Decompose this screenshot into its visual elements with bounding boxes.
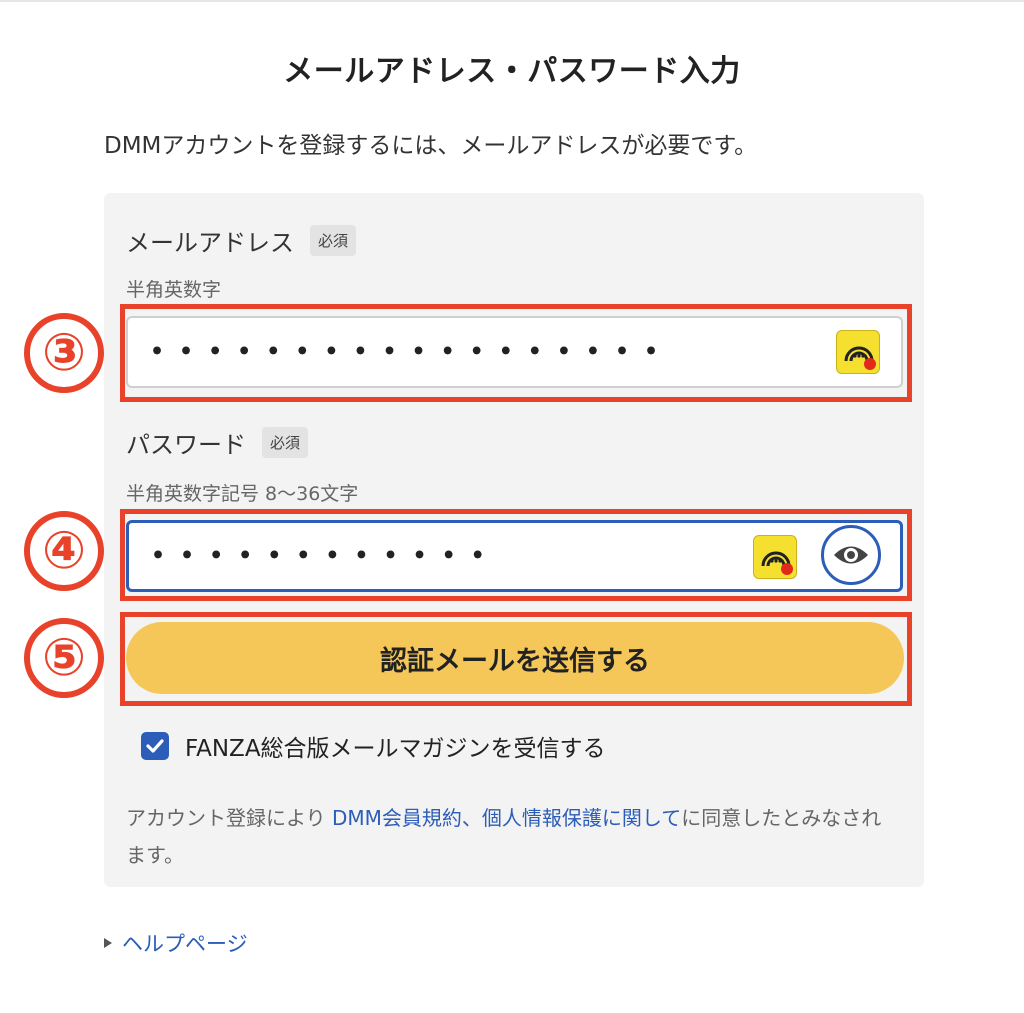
eye-icon	[834, 546, 868, 564]
terms-separator: 、	[461, 806, 482, 830]
newsletter-row[interactable]: FANZA総合版メールマガジンを受信する	[141, 729, 606, 763]
annotation-number-4: ④	[24, 511, 104, 591]
send-verification-email-button[interactable]: 認証メールを送信する	[126, 622, 904, 694]
help-page-link[interactable]: ヘルプページ	[122, 928, 248, 958]
email-hint: 半角英数字	[126, 279, 222, 301]
password-manager-icon[interactable]	[836, 330, 880, 374]
required-badge: 必須	[310, 225, 357, 256]
email-label: メールアドレス	[126, 229, 294, 257]
password-label: パスワード	[126, 431, 246, 459]
password-field[interactable]: ••••••••••••	[126, 520, 903, 592]
required-badge: 必須	[262, 427, 309, 458]
password-manager-icon[interactable]	[753, 535, 797, 579]
show-password-eye-button[interactable]	[821, 525, 881, 585]
annotation-number-3: ③	[24, 313, 104, 393]
terms-text: アカウント登録により DMM会員規約、個人情報保護に関してに同意したとみなされま…	[126, 800, 896, 874]
help-row[interactable]: ヘルプページ	[104, 928, 248, 958]
email-masked-value: ••••••••••••••••••	[150, 339, 674, 365]
password-masked-value: ••••••••••••	[151, 543, 500, 569]
top-divider	[0, 0, 1024, 2]
newsletter-label: FANZA総合版メールマガジンを受信する	[185, 736, 606, 762]
page-title: メールアドレス・パスワード入力	[283, 54, 741, 89]
password-hint: 半角英数字記号 8〜36文字	[126, 483, 359, 505]
privacy-policy-link[interactable]: 個人情報保護に関して	[482, 806, 681, 830]
newsletter-checkbox[interactable]	[141, 732, 169, 760]
terms-prefix: アカウント登録により	[126, 806, 332, 830]
triangle-right-icon	[104, 938, 112, 948]
membership-terms-link[interactable]: DMM会員規約	[332, 806, 462, 830]
password-label-row: パスワード 必須	[126, 425, 309, 460]
checkmark-icon	[146, 739, 164, 753]
email-label-row: メールアドレス 必須	[126, 223, 357, 258]
intro-text: DMMアカウントを登録するには、メールアドレスが必要です。	[104, 133, 758, 159]
annotation-number-5: ⑤	[24, 618, 104, 698]
email-field[interactable]: ••••••••••••••••••	[126, 316, 903, 388]
